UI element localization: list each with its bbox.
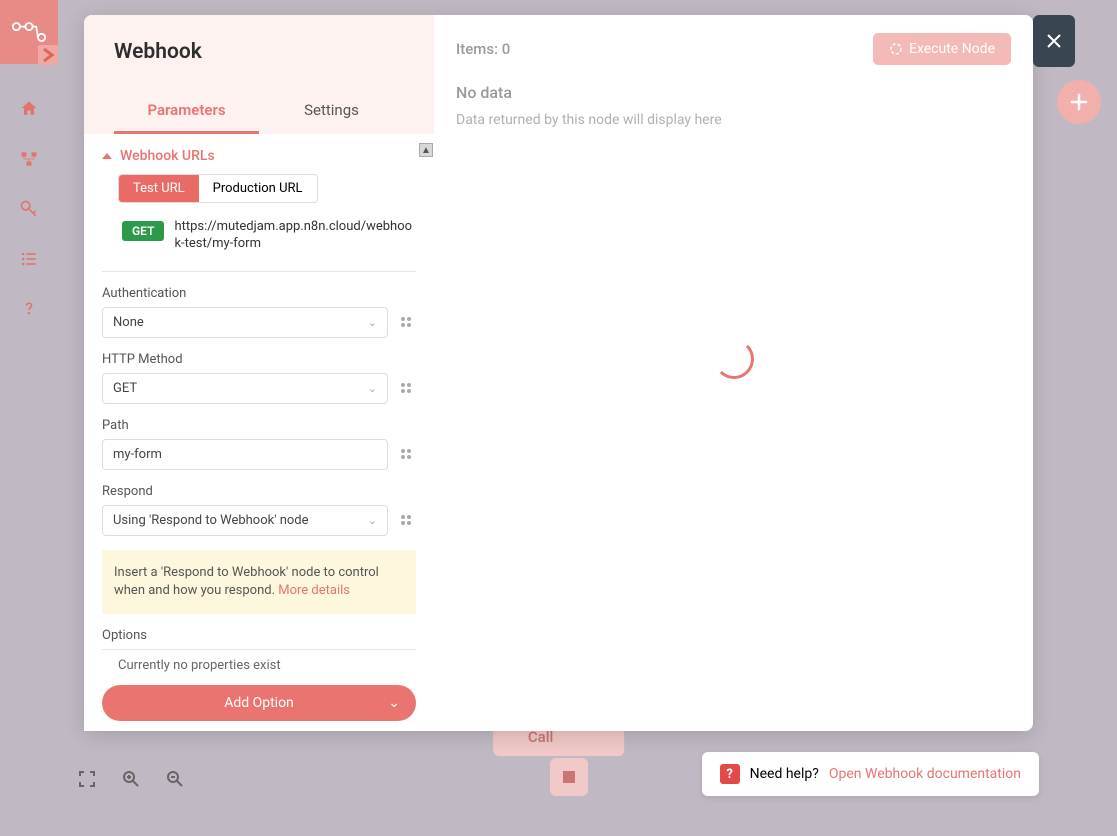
chevron-down-icon: ⌄ xyxy=(368,514,377,527)
execute-label: Execute Node xyxy=(909,41,995,57)
no-data-title: No data xyxy=(456,83,1011,102)
auth-gear-icon[interactable] xyxy=(396,312,416,332)
method-select[interactable]: GET ⌄ xyxy=(102,373,388,404)
respond-info-box: Insert a 'Respond to Webhook' node to co… xyxy=(102,550,416,614)
more-details-link[interactable]: More details xyxy=(278,583,350,598)
webhook-urls-section[interactable]: Webhook URLs xyxy=(102,148,416,164)
options-empty-text: Currently no properties exist xyxy=(102,650,416,685)
chevron-down-icon: ⌄ xyxy=(368,382,377,395)
help-text: Need help? xyxy=(750,766,819,782)
path-label: Path xyxy=(102,418,416,433)
no-data-subtitle: Data returned by this node will display … xyxy=(456,112,1011,128)
execute-node-button[interactable]: Execute Node xyxy=(873,33,1011,65)
auth-select[interactable]: None ⌄ xyxy=(102,307,388,338)
path-gear-icon[interactable] xyxy=(396,444,416,464)
test-url-tab[interactable]: Test URL xyxy=(119,175,199,202)
fullscreen-icon[interactable] xyxy=(70,762,104,796)
chevron-down-icon: ⌄ xyxy=(368,316,377,329)
tab-settings[interactable]: Settings xyxy=(259,89,404,134)
sidebar-home-icon[interactable] xyxy=(0,84,58,134)
help-link[interactable]: Open Webhook documentation xyxy=(829,766,1021,782)
zoom-out-icon[interactable] xyxy=(158,762,192,796)
items-count: Items: 0 xyxy=(456,40,510,58)
sidebar-list-icon[interactable] xyxy=(0,234,58,284)
parameters-panel: Webhook Parameters Settings ▲ Webhook UR… xyxy=(84,15,434,731)
zoom-in-icon[interactable] xyxy=(114,762,148,796)
chevron-down-icon: ⌄ xyxy=(388,695,400,711)
method-gear-icon[interactable] xyxy=(396,378,416,398)
expand-sidebar-icon[interactable] xyxy=(38,45,58,65)
help-badge-icon: ? xyxy=(720,764,740,784)
sidebar-help-icon[interactable] xyxy=(0,284,58,334)
respond-gear-icon[interactable] xyxy=(396,510,416,530)
method-label: HTTP Method xyxy=(102,352,416,367)
node-editor-modal: Webhook Parameters Settings ▲ Webhook UR… xyxy=(84,15,1033,731)
method-value: GET xyxy=(113,381,137,396)
webhook-url-text[interactable]: https://mutedjam.app.n8n.cloud/webhook-t… xyxy=(174,219,416,253)
stop-button[interactable] xyxy=(550,758,588,796)
help-card: ? Need help? Open Webhook documentation xyxy=(702,752,1039,796)
canvas-toolbar xyxy=(70,762,192,796)
respond-select[interactable]: Using 'Respond to Webhook' node ⌄ xyxy=(102,505,388,536)
respond-value: Using 'Respond to Webhook' node xyxy=(113,513,309,528)
auth-label: Authentication xyxy=(102,286,416,301)
app-logo[interactable] xyxy=(0,0,58,64)
close-button[interactable] xyxy=(1033,15,1075,67)
http-method-badge: GET xyxy=(122,221,164,241)
scroll-up-icon[interactable]: ▲ xyxy=(419,143,433,157)
add-option-button[interactable]: Add Option ⌄ xyxy=(102,685,416,721)
production-url-tab[interactable]: Production URL xyxy=(199,175,317,202)
add-node-button[interactable] xyxy=(1057,80,1101,124)
respond-label: Respond xyxy=(102,484,416,499)
webhook-urls-label: Webhook URLs xyxy=(120,148,215,164)
node-title: Webhook xyxy=(114,40,404,64)
add-option-label: Add Option xyxy=(224,695,294,711)
auth-value: None xyxy=(113,315,144,330)
tab-parameters[interactable]: Parameters xyxy=(114,89,259,134)
sidebar-workflow-icon[interactable] xyxy=(0,134,58,184)
path-input[interactable]: my-form xyxy=(102,439,388,470)
sidebar-key-icon[interactable] xyxy=(0,184,58,234)
options-label: Options xyxy=(102,628,416,643)
output-panel: Items: 0 Execute Node No data Data retur… xyxy=(434,15,1033,731)
chevron-up-icon xyxy=(102,153,112,159)
path-value: my-form xyxy=(113,447,162,462)
sidebar xyxy=(0,0,58,836)
loading-spinner-icon xyxy=(714,339,754,379)
